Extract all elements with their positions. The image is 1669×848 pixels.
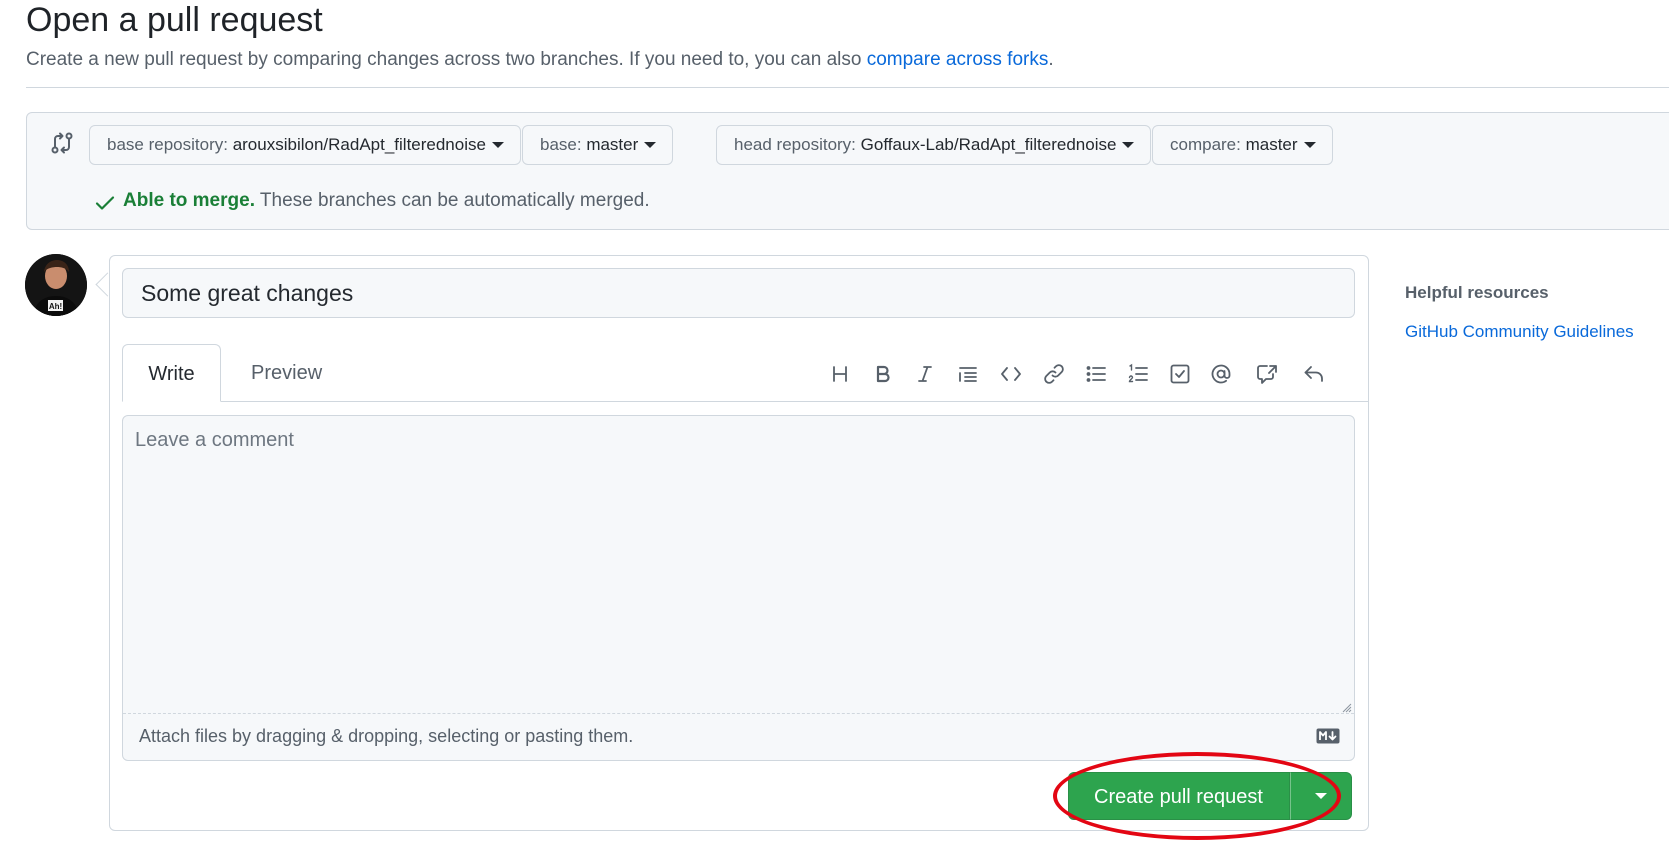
git-compare-icon — [51, 131, 73, 160]
quote-icon[interactable] — [954, 360, 982, 388]
pr-title-input[interactable] — [122, 268, 1355, 318]
subtitle-text: Create a new pull request by comparing c… — [26, 49, 867, 70]
bold-icon[interactable] — [869, 360, 897, 388]
code-icon[interactable] — [997, 360, 1025, 388]
base-repository-value: arouxsibilon/RadApt_filterednoise — [232, 135, 486, 154]
base-branch-label: base: — [540, 135, 587, 154]
link-icon[interactable] — [1040, 360, 1068, 388]
merge-status: Able to merge. These branches can be aut… — [123, 188, 650, 214]
page-title: Open a pull request — [26, 1, 323, 39]
markdown-icon[interactable] — [1316, 728, 1340, 749]
chevron-down-icon — [1122, 141, 1135, 148]
helpful-resources-heading: Helpful resources — [1405, 283, 1549, 302]
create-pr-button-group: Create pull request — [1068, 772, 1352, 820]
base-repository-select[interactable]: base repository: arouxsibilon/RadApt_fil… — [89, 125, 521, 165]
merge-status-label: Able to merge. — [123, 190, 255, 211]
base-branch-select[interactable]: base: master — [522, 125, 674, 165]
head-repository-label: head repository: — [734, 135, 861, 154]
community-guidelines-link[interactable]: GitHub Community Guidelines — [1405, 322, 1634, 342]
mention-icon[interactable] — [1207, 360, 1235, 388]
chevron-down-icon — [1303, 141, 1316, 148]
compare-box: base repository: arouxsibilon/RadApt_fil… — [26, 112, 1669, 230]
head-repository-value: Goffaux-Lab/RadApt_filterednoise — [860, 135, 1117, 154]
subtitle-period: . — [1048, 49, 1054, 70]
page-subtitle: Create a new pull request by comparing c… — [26, 47, 1054, 73]
merge-status-message: These branches can be automatically merg… — [254, 190, 650, 211]
comment-box: Attach files by dragging & dropping, sel… — [122, 415, 1355, 761]
compare-branch-label: compare: — [1170, 135, 1246, 154]
header-divider — [26, 87, 1669, 88]
check-icon — [95, 195, 115, 216]
comment-textarea[interactable] — [123, 416, 1354, 712]
create-pr-dropdown-button[interactable] — [1289, 772, 1352, 820]
heading-icon[interactable] — [826, 360, 854, 388]
italic-icon[interactable] — [911, 360, 939, 388]
tab-preview[interactable]: Preview — [227, 344, 346, 402]
unordered-list-icon[interactable] — [1082, 360, 1110, 388]
chevron-down-icon — [1314, 793, 1327, 799]
svg-text:Ah!: Ah! — [49, 302, 62, 311]
chevron-down-icon — [491, 141, 504, 148]
compare-branch-value: master — [1245, 135, 1298, 154]
ordered-list-icon[interactable] — [1124, 360, 1152, 388]
attach-files-hint[interactable]: Attach files by dragging & dropping, sel… — [139, 724, 633, 748]
base-repository-label: base repository: — [107, 135, 233, 154]
cross-reference-icon[interactable] — [1253, 360, 1281, 388]
attach-divider — [123, 713, 1354, 714]
base-branch-value: master — [586, 135, 639, 154]
chevron-down-icon — [644, 141, 657, 148]
create-pull-request-button[interactable]: Create pull request — [1068, 772, 1290, 820]
tab-write[interactable]: Write — [122, 344, 221, 402]
task-list-icon[interactable] — [1166, 360, 1194, 388]
resize-grip-icon[interactable] — [1342, 700, 1352, 718]
compare-across-forks-link[interactable]: compare across forks — [867, 49, 1049, 70]
avatar[interactable]: Ah! — [25, 254, 87, 316]
head-repository-select[interactable]: head repository: Goffaux-Lab/RadApt_filt… — [716, 125, 1152, 165]
reply-icon[interactable] — [1300, 360, 1328, 388]
compare-branch-select[interactable]: compare: master — [1152, 125, 1333, 165]
